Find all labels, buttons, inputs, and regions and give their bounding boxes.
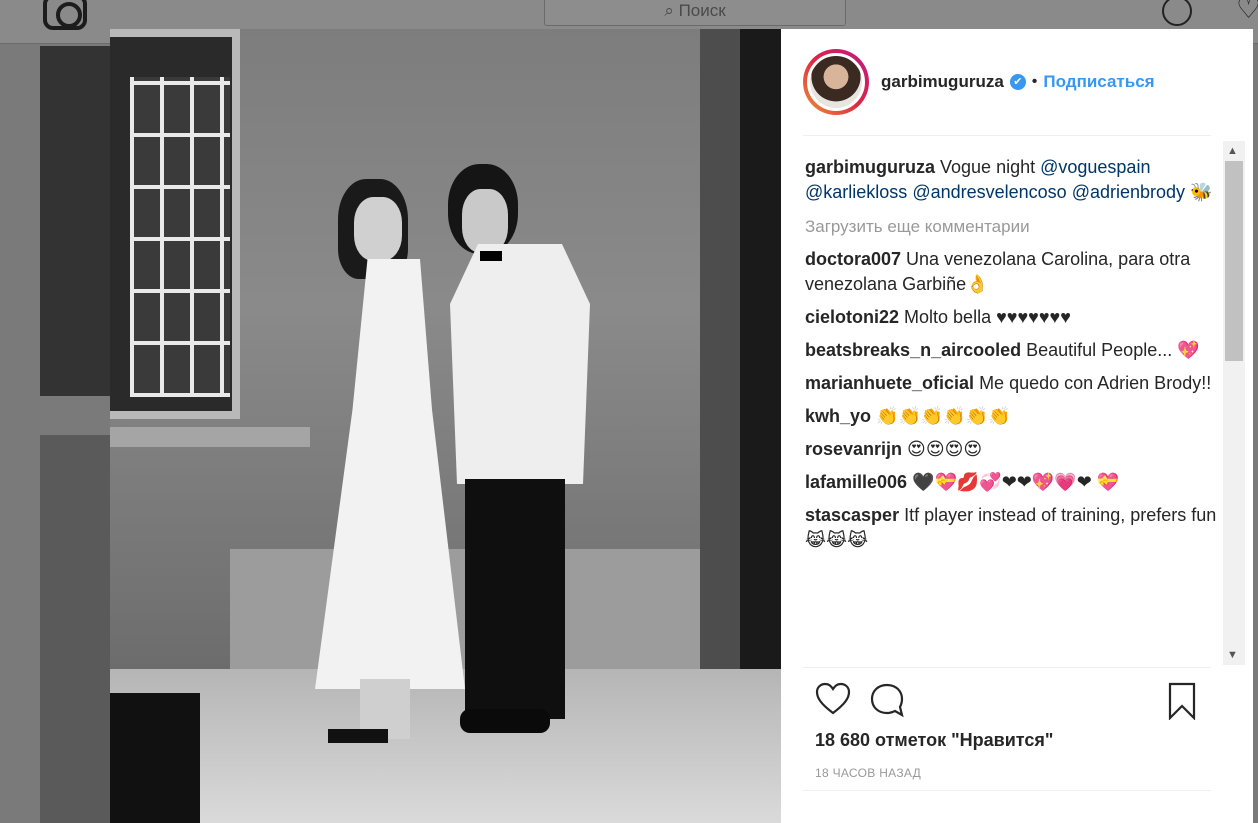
comment-username[interactable]: stascasper bbox=[805, 505, 899, 525]
photo-man-pants bbox=[465, 479, 565, 719]
comment-item: cielotoni22 Molto bella ♥♥♥♥♥♥♥ bbox=[805, 305, 1225, 330]
photo-floor-shadow bbox=[110, 693, 200, 823]
comment-text: Me quedo con Adrien Brody!! bbox=[974, 373, 1212, 393]
photo-floor bbox=[110, 669, 781, 823]
search-placeholder: Поиск bbox=[678, 1, 726, 20]
comments-list[interactable]: garbimuguruza Vogue night @voguespain @k… bbox=[805, 137, 1225, 667]
mention-link[interactable]: @adrienbrody bbox=[1072, 182, 1185, 202]
comment-username[interactable]: rosevanrijn bbox=[805, 439, 902, 459]
comments-scrollbar[interactable]: ▲ ▼ bbox=[1223, 141, 1245, 665]
comment-username[interactable]: beatsbreaks_n_aircooled bbox=[805, 340, 1021, 360]
comment-text: Molto bella ♥♥♥♥♥♥♥ bbox=[899, 307, 1071, 327]
post-side-panel: garbimuguruza ✔ • Подписаться garbimugur… bbox=[781, 29, 1253, 823]
mention-link[interactable]: @andresvelencoso bbox=[912, 182, 1066, 202]
compass-icon bbox=[1162, 0, 1192, 26]
photo-door bbox=[740, 29, 781, 669]
photo-pillar bbox=[700, 29, 740, 669]
scroll-down-arrow-icon[interactable]: ▼ bbox=[1227, 649, 1238, 661]
scrollbar-thumb[interactable] bbox=[1225, 161, 1243, 361]
photo-man-bowtie bbox=[480, 251, 502, 261]
background-search-input: ⌕ Поиск bbox=[544, 0, 846, 26]
comment-item: doctora007 Una venezolana Carolina, para… bbox=[805, 247, 1225, 297]
scroll-up-arrow-icon[interactable]: ▲ bbox=[1227, 145, 1238, 157]
mention-link[interactable]: @karliekloss bbox=[805, 182, 907, 202]
post-actions: 18 680 отметок "Нравится" 18 часов назад bbox=[803, 667, 1211, 823]
comment-item: stascasper Itf player instead of trainin… bbox=[805, 503, 1225, 553]
comment-username[interactable]: kwh_yo bbox=[805, 406, 871, 426]
comment-text: Beautiful People... 💖 bbox=[1021, 340, 1200, 360]
post-timestamp[interactable]: 18 часов назад bbox=[815, 766, 921, 780]
divider bbox=[803, 790, 1211, 791]
photo-man-shoes bbox=[460, 709, 550, 733]
verified-badge-icon: ✔ bbox=[1009, 74, 1026, 90]
comment-item: beatsbreaks_n_aircooled Beautiful People… bbox=[805, 338, 1225, 363]
follow-button[interactable]: Подписаться bbox=[1043, 72, 1154, 92]
caption-username[interactable]: garbimuguruza bbox=[805, 157, 935, 177]
photo-ledge bbox=[110, 427, 310, 447]
mention-link[interactable]: @voguespain bbox=[1040, 157, 1150, 177]
comment-username[interactable]: doctora007 bbox=[805, 249, 901, 269]
comment-text: 😍😍😍😍 bbox=[902, 439, 983, 459]
comment-username[interactable]: cielotoni22 bbox=[805, 307, 899, 327]
comment-text: 🖤💝💋💞❤❤💖💗❤ 💝 bbox=[907, 472, 1120, 492]
bookmark-icon[interactable] bbox=[1167, 682, 1197, 720]
photo-man-jacket bbox=[450, 244, 590, 484]
caption: garbimuguruza Vogue night @voguespain @k… bbox=[805, 155, 1225, 205]
comment-item: kwh_yo 👏👏👏👏👏👏 bbox=[805, 404, 1225, 429]
comment-icon[interactable] bbox=[869, 682, 905, 718]
avatar[interactable] bbox=[807, 53, 865, 111]
post-modal: garbimuguruza ✔ • Подписаться garbimugur… bbox=[110, 29, 1253, 823]
comment-item: lafamille006 🖤💝💋💞❤❤💖💗❤ 💝 bbox=[805, 470, 1225, 495]
load-more-comments-button[interactable]: Загрузить еще комментарии bbox=[805, 217, 1225, 237]
post-photo[interactable] bbox=[110, 29, 781, 823]
avatar-story-ring[interactable] bbox=[803, 49, 869, 115]
photo-woman-shoes bbox=[328, 729, 388, 743]
bee-emoji-icon: 🐝 bbox=[1190, 182, 1213, 202]
likes-count[interactable]: 18 680 отметок "Нравится" bbox=[815, 730, 1053, 751]
instagram-logo-icon bbox=[43, 0, 87, 30]
photo-woman-face bbox=[354, 197, 402, 261]
post-username[interactable]: garbimuguruza bbox=[881, 72, 1004, 92]
activity-heart-icon: ♡ bbox=[1236, 0, 1258, 24]
post-header: garbimuguruza ✔ • Подписаться bbox=[803, 29, 1211, 136]
heart-icon[interactable] bbox=[815, 682, 851, 716]
comment-username[interactable]: marianhuete_oficial bbox=[805, 373, 974, 393]
comment-username[interactable]: lafamille006 bbox=[805, 472, 907, 492]
photo-man-face bbox=[462, 189, 508, 253]
background-thumbnail bbox=[40, 435, 110, 823]
photo-window bbox=[110, 29, 240, 419]
comment-text: 👏👏👏👏👏👏 bbox=[871, 406, 1011, 426]
comment-item: marianhuete_oficial Me quedo con Adrien … bbox=[805, 371, 1225, 396]
caption-text: Vogue night bbox=[935, 157, 1041, 177]
comment-item: rosevanrijn 😍😍😍😍 bbox=[805, 437, 1225, 462]
background-thumbnail bbox=[40, 46, 110, 396]
header-separator: • bbox=[1031, 73, 1038, 90]
